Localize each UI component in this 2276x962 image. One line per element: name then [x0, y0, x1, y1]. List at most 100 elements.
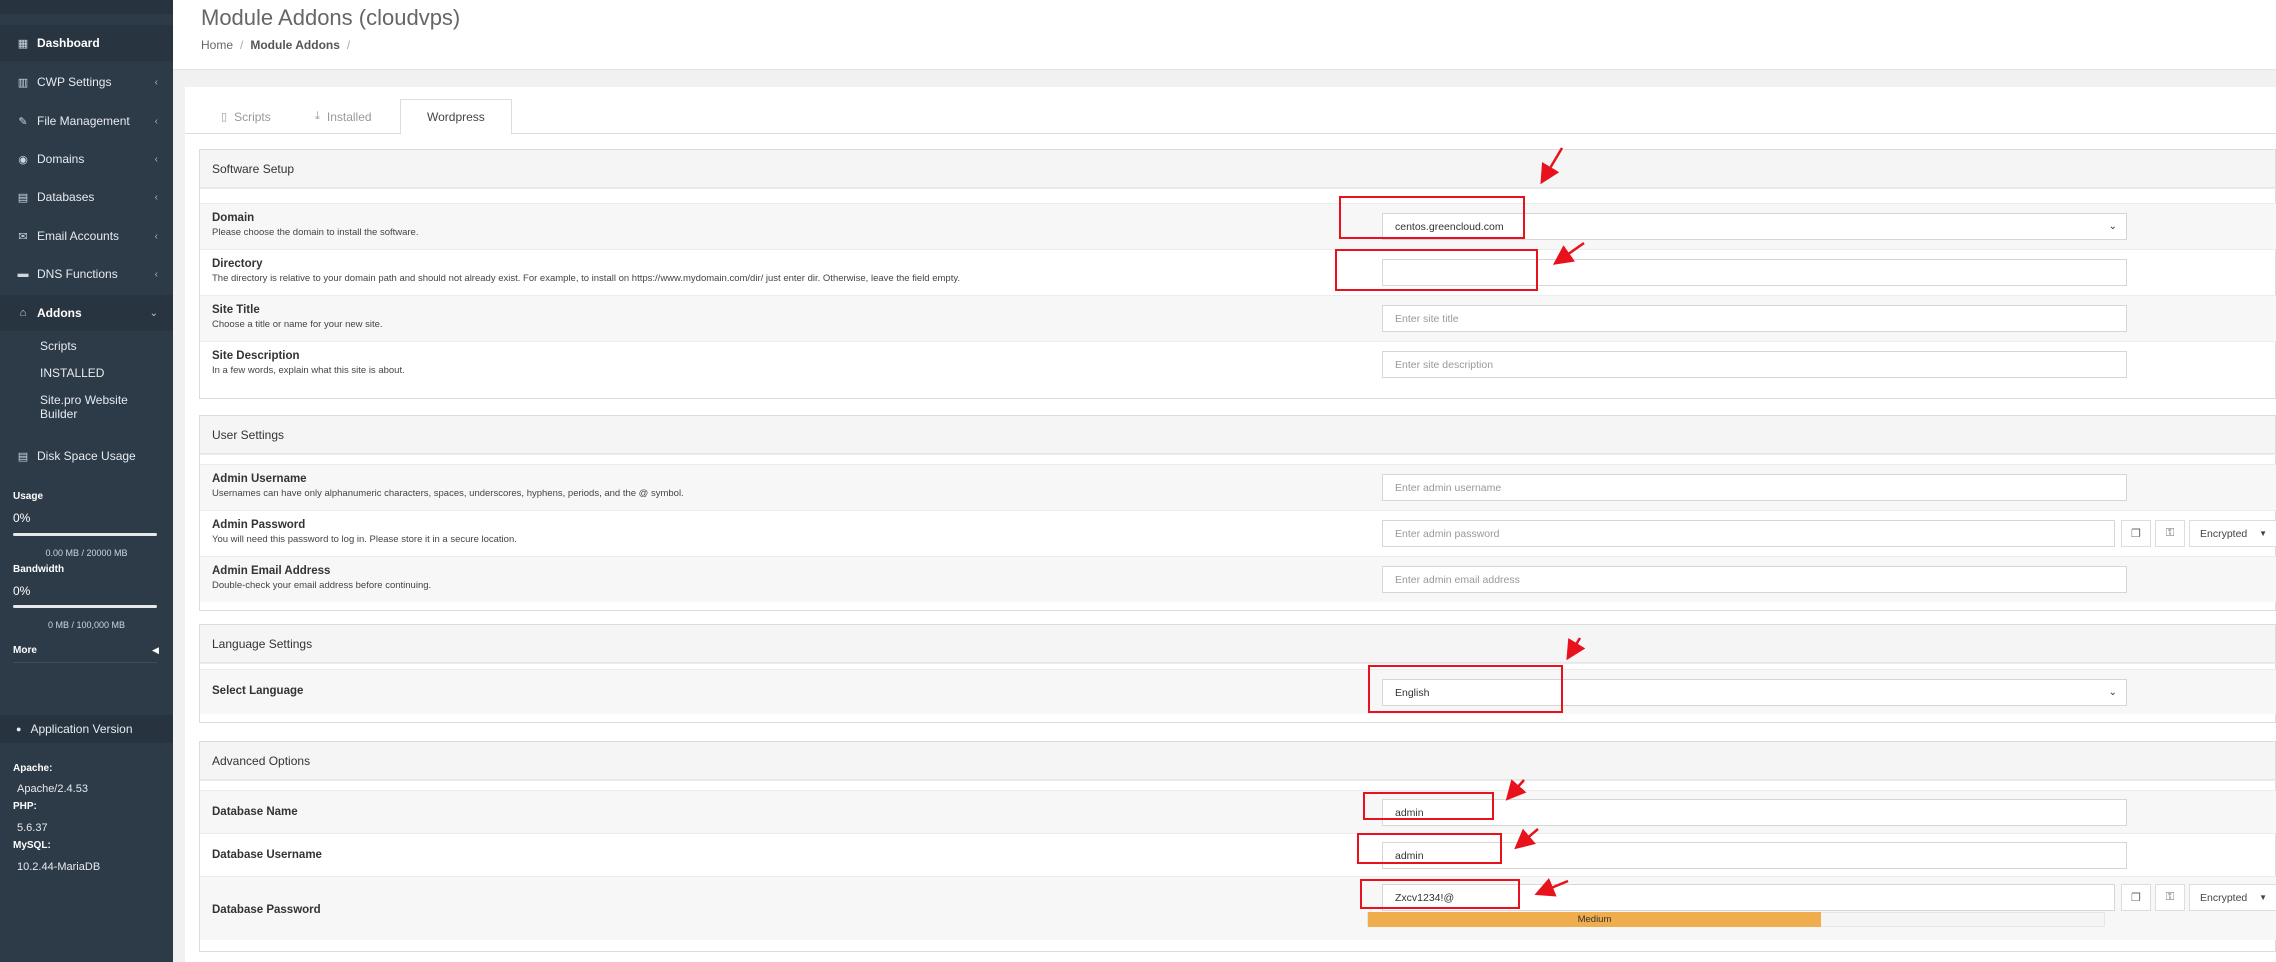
site-description-hint: In a few words, explain what this site i…: [212, 365, 405, 376]
admin-username-input[interactable]: Enter admin username: [1382, 474, 2127, 501]
apache-label: Apache:: [13, 763, 53, 774]
select-language-label: Select Language: [212, 685, 304, 697]
password-strength-meter: Medium: [1368, 912, 1821, 927]
chart-icon: ▥: [17, 76, 29, 89]
globe-icon: ◉: [18, 153, 28, 166]
admin-password-input[interactable]: Enter admin password: [1382, 520, 2115, 547]
domain-label: Domain: [212, 212, 255, 224]
sidebar-subitem-scripts[interactable]: Scripts: [40, 339, 77, 353]
key-icon[interactable]: ⚿: [2155, 884, 2185, 911]
site-description-input[interactable]: Enter site description: [1382, 351, 2127, 378]
sidebar-item-databases[interactable]: ▤ Databases ‹: [0, 179, 173, 215]
admin-email-label: Admin Email Address: [212, 565, 331, 577]
site-title-input[interactable]: Enter site title: [1382, 305, 2127, 332]
admin-username-row: Admin Username Usernames can have only a…: [200, 464, 2276, 510]
sidebar-item-dns-functions[interactable]: ▬ DNS Functions ‹: [0, 256, 173, 292]
chevron-left-icon: ‹: [154, 153, 158, 165]
bandwidth-progress-bar: [13, 605, 157, 608]
sidebar-item-file-management[interactable]: ✎ File Management ‹: [0, 103, 173, 139]
admin-email-input[interactable]: Enter admin email address: [1382, 566, 2127, 593]
site-title-label: Site Title: [212, 304, 260, 316]
database-username-row: Database Username admin: [200, 833, 2276, 876]
sidebar-subitem-sitepro[interactable]: Site.pro Website Builder: [40, 393, 128, 421]
breadcrumb-current: Module Addons: [250, 38, 340, 52]
tab-bar: ▯ Scripts ⤓ Installed Wordpress: [185, 99, 2276, 135]
caret-down-icon: ▼: [2259, 529, 2267, 538]
encryption-dropdown[interactable]: Encrypted ▼: [2189, 520, 2276, 547]
tab-installed[interactable]: ⤓ Installed: [315, 99, 372, 134]
directory-label: Directory: [212, 258, 263, 270]
dashboard-icon: ▦: [17, 37, 29, 50]
site-title-row: Site Title Choose a title or name for yo…: [200, 295, 2276, 341]
sidebar-subitem-label: Builder: [40, 407, 78, 421]
admin-email-row: Admin Email Address Double-check your em…: [200, 556, 2276, 602]
breadcrumb: Home / Module Addons /: [201, 38, 351, 52]
domain-row: Domain Please choose the domain to insta…: [200, 203, 2276, 249]
admin-email-hint: Double-check your email address before c…: [212, 580, 432, 591]
admin-username-label: Admin Username: [212, 473, 307, 485]
chevron-down-icon: ⌄: [2108, 687, 2117, 698]
sidebar-top-strip: [0, 0, 173, 14]
application-version[interactable]: ● Application Version: [0, 715, 173, 743]
sidebar: ▦ Dashboard ▥ CWP Settings ‹ ✎ File Mana…: [0, 0, 173, 962]
select-language-row: Select Language English ⌄: [200, 669, 2276, 714]
tab-label: Scripts: [234, 109, 271, 124]
sidebar-item-cwp-settings[interactable]: ▥ CWP Settings ‹: [0, 64, 173, 100]
encryption-dropdown[interactable]: Encrypted ▼: [2189, 884, 2276, 911]
sidebar-item-addons[interactable]: ⌂ Addons ⌄: [0, 295, 173, 331]
database-password-row: Database Password Zxcv1234!@ ❐ ⚿ Encrypt…: [200, 876, 2276, 940]
download-icon: ⤓: [315, 110, 320, 122]
application-version-label: Application Version: [30, 722, 133, 736]
sidebar-divider: [13, 662, 157, 663]
file-icon: ▯: [221, 111, 228, 123]
sidebar-subitem-installed[interactable]: INSTALLED: [40, 366, 104, 380]
table-icon: ▤: [17, 450, 29, 463]
sidebar-item-email-accounts[interactable]: ✉ Email Accounts ‹: [0, 218, 173, 254]
bandwidth-percent: 0%: [13, 584, 31, 598]
chevron-down-icon: ⌄: [2108, 221, 2117, 232]
language-settings-section: Language Settings Select Language Englis…: [199, 624, 2276, 723]
sidebar-item-label: File Management: [37, 114, 130, 128]
envelope-icon: ✉: [18, 230, 28, 243]
usage-percent: 0%: [13, 511, 31, 525]
sidebar-item-domains[interactable]: ◉ Domains ‹: [0, 141, 173, 177]
directory-row: Directory The directory is relative to y…: [200, 249, 2276, 295]
bandwidth-label: Bandwidth: [13, 564, 65, 575]
sidebar-item-label: Disk Space Usage: [37, 449, 136, 463]
breadcrumb-home[interactable]: Home: [201, 38, 233, 52]
encryption-mode: Encrypted: [2200, 527, 2248, 540]
sidebar-item-label: Dashboard: [37, 36, 100, 50]
software-setup-section: Software Setup Domain Please choose the …: [199, 149, 2276, 399]
sidebar-item-label: Domains: [37, 152, 85, 166]
key-icon[interactable]: ⚿: [2155, 520, 2185, 547]
tab-scripts[interactable]: ▯ Scripts: [221, 99, 271, 134]
database-username-label: Database Username: [212, 849, 322, 861]
sidebar-item-dashboard[interactable]: ▦ Dashboard: [0, 25, 173, 61]
user-settings-section: User Settings Admin Username Usernames c…: [199, 415, 2276, 611]
annotation-box: [1368, 665, 1563, 713]
admin-password-label: Admin Password: [212, 519, 306, 531]
edit-icon: ✎: [18, 115, 28, 128]
usage-value: 0.00 MB / 20000 MB: [45, 548, 128, 558]
sidebar-item-disk-space-usage[interactable]: ▤ Disk Space Usage: [0, 438, 173, 474]
admin-password-hint: You will need this password to log in. P…: [212, 534, 517, 545]
bank-icon: ⌂: [19, 307, 27, 319]
spacer-row: [200, 780, 2276, 790]
encryption-mode: Encrypted: [2200, 891, 2248, 904]
php-label: PHP:: [13, 801, 37, 812]
tint-icon: ●: [16, 724, 22, 734]
caret-left-icon[interactable]: ◀: [152, 645, 159, 656]
chevron-left-icon: ‹: [154, 268, 158, 280]
annotation-box: [1339, 196, 1525, 239]
copy-icon[interactable]: ❐: [2121, 520, 2151, 547]
more-toggle[interactable]: More: [13, 645, 37, 656]
tab-wordpress[interactable]: Wordpress: [400, 99, 512, 135]
spacer-row: [200, 454, 2276, 464]
spacer-row: [200, 188, 2276, 203]
copy-icon[interactable]: ❐: [2121, 884, 2151, 911]
usage-label: Usage: [13, 491, 44, 502]
database-password-label: Database Password: [212, 904, 321, 916]
admin-password-row: Admin Password You will need this passwo…: [200, 510, 2276, 556]
annotation-box: [1360, 879, 1520, 909]
annotation-box: [1335, 249, 1538, 291]
